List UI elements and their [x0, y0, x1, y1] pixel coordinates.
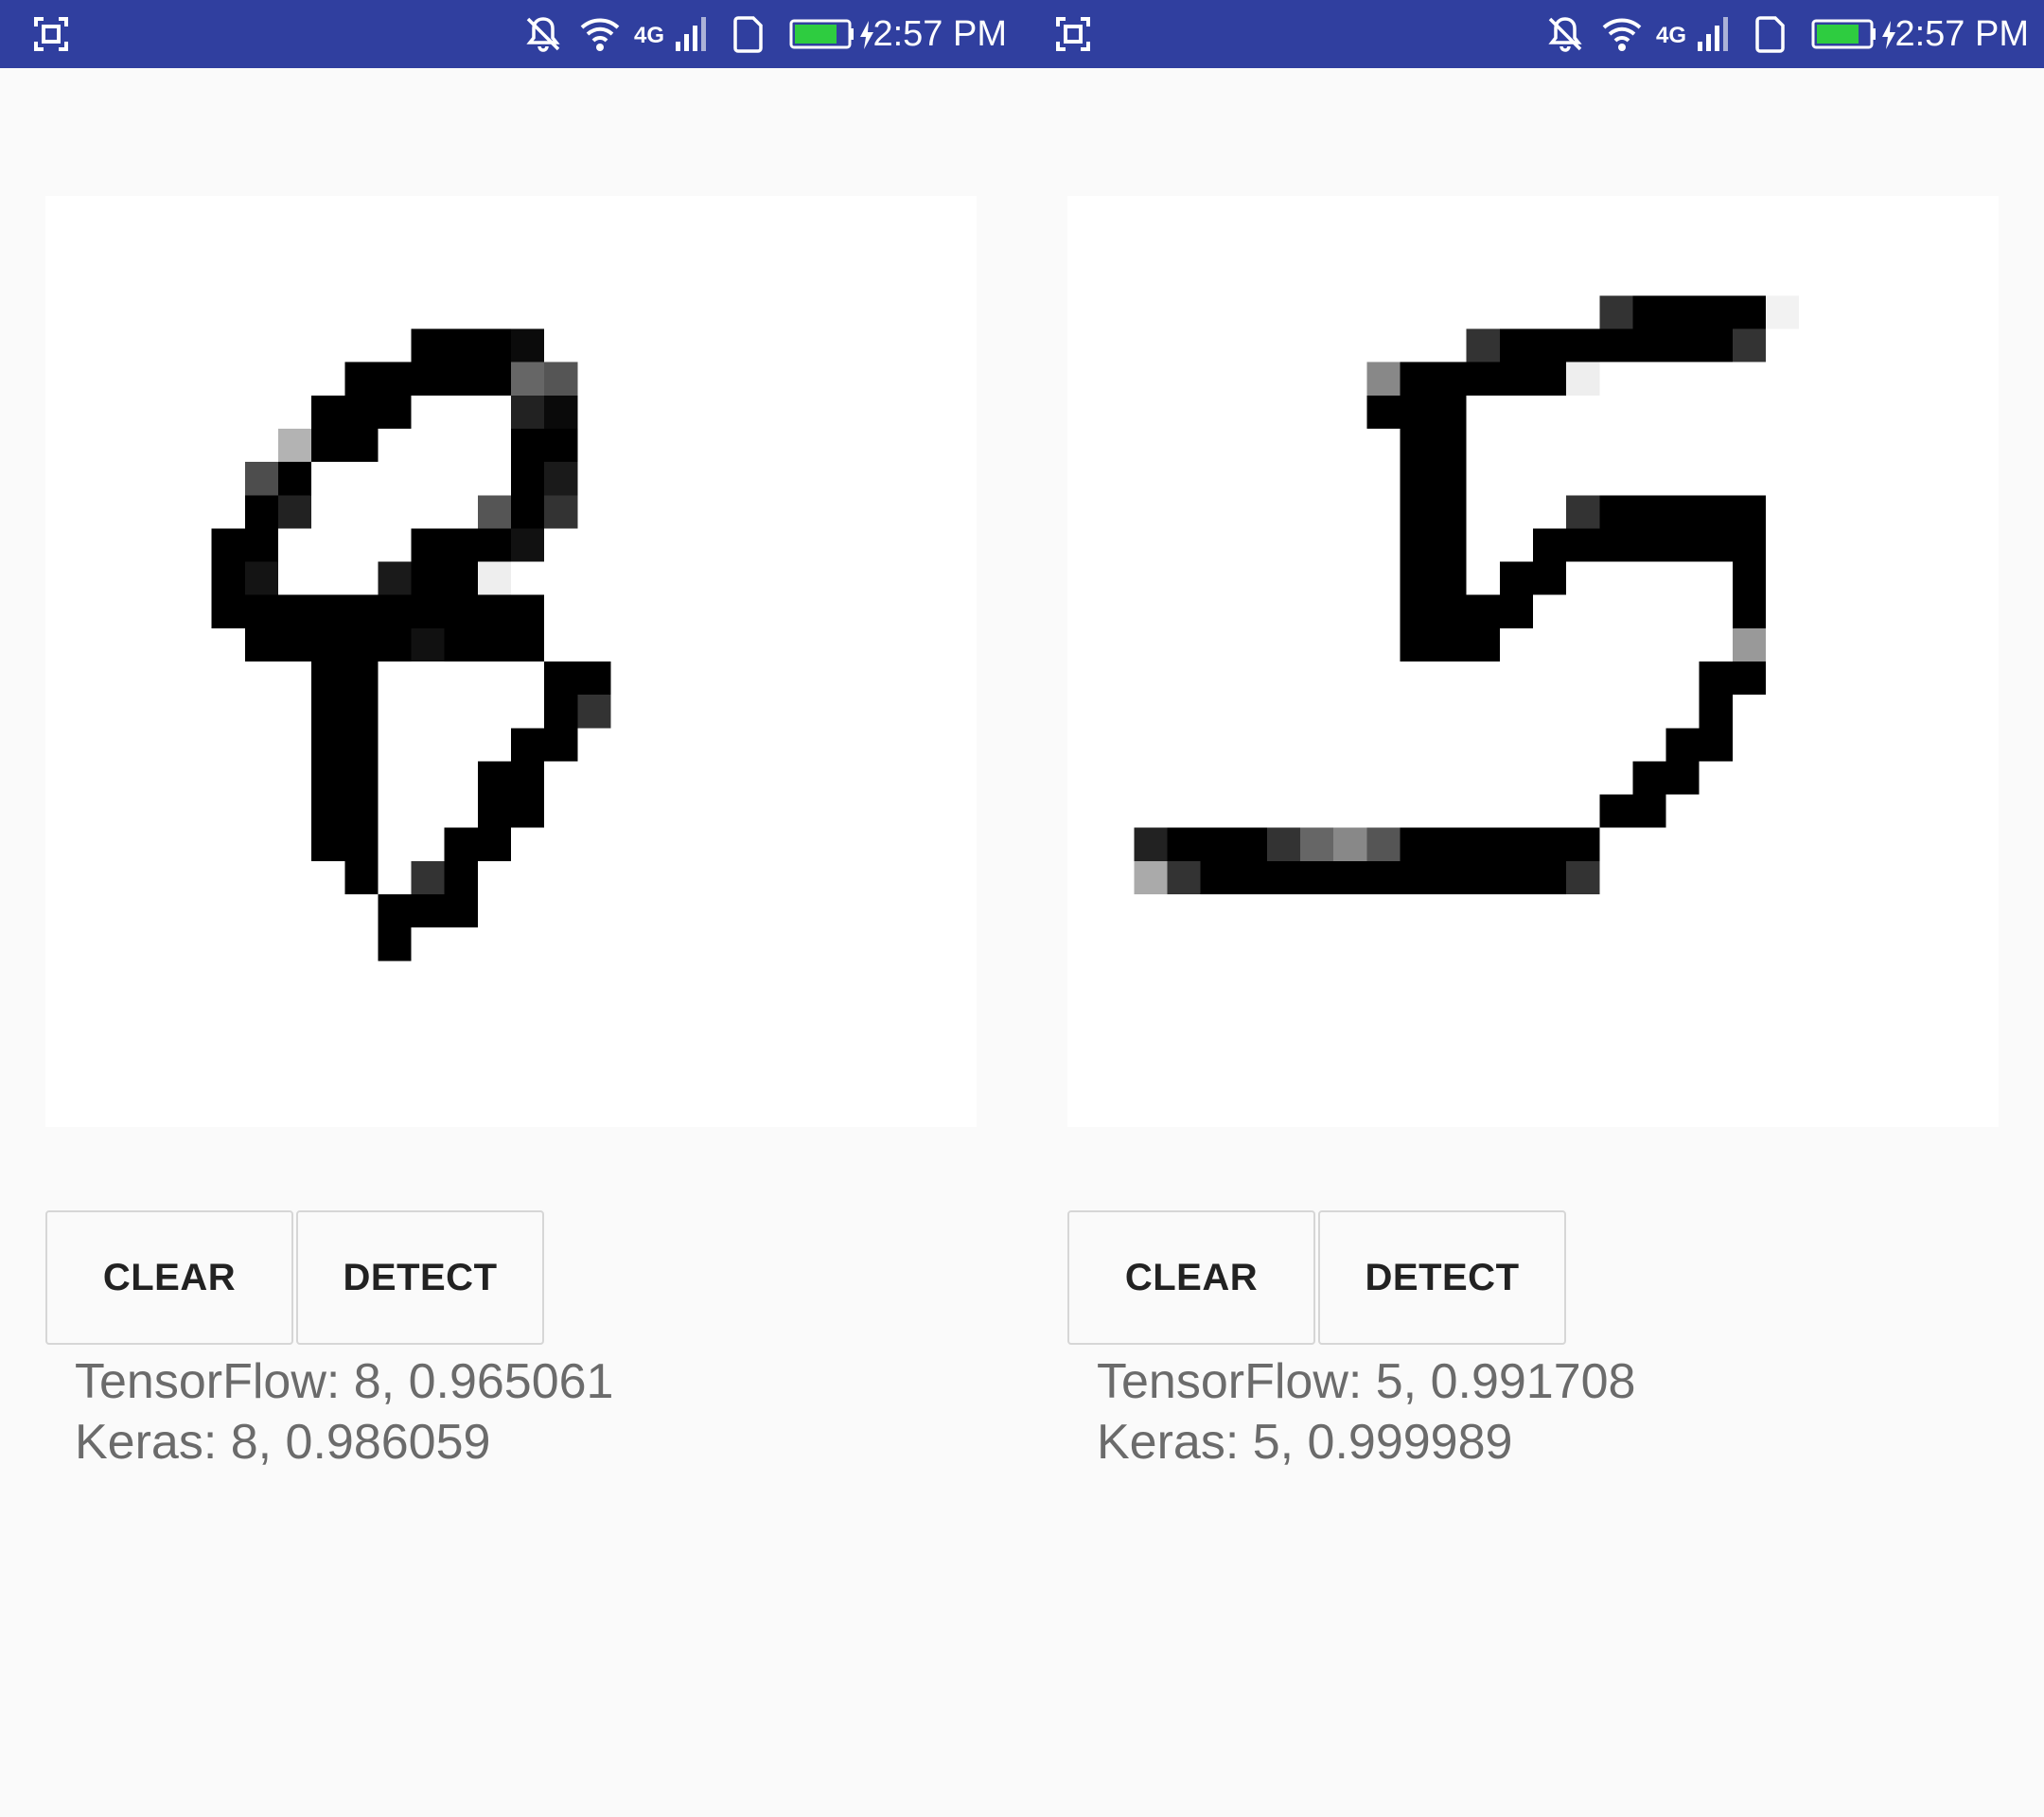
- drawing-canvas[interactable]: [1067, 196, 1999, 1127]
- digit-8-drawing: [211, 328, 611, 961]
- status-bar: 4G 2:57 PM: [1022, 0, 2044, 68]
- wifi-icon: [580, 18, 620, 51]
- digit-5-drawing: [1134, 295, 1800, 894]
- app-screens: 4G 2:57 PM CLEAR DETECT TensorFlow: 8, 0…: [0, 0, 2044, 1817]
- status-bar: 4G 2:57 PM: [0, 0, 1022, 68]
- network-4g-icon: 4G: [634, 23, 665, 48]
- wifi-icon: [1602, 18, 1642, 51]
- battery-charging-icon: [789, 19, 854, 49]
- keras-result: Keras: 8, 0.986059: [75, 1415, 491, 1470]
- screenshot-icon: [34, 17, 68, 51]
- detect-button[interactable]: DETECT: [296, 1210, 544, 1345]
- signal-icon: [676, 17, 706, 51]
- sim-icon: [1755, 16, 1785, 53]
- network-4g-icon: 4G: [1656, 23, 1687, 48]
- tensorflow-result: TensorFlow: 8, 0.965061: [75, 1354, 614, 1409]
- status-time: 2:57 PM: [1894, 14, 2029, 54]
- keras-result: Keras: 5, 0.999989: [1097, 1415, 1513, 1470]
- detect-button[interactable]: DETECT: [1318, 1210, 1566, 1345]
- screenshot-icon: [1056, 17, 1090, 51]
- screen-right: 4G 2:57 PM CLEAR DETECT TensorFlow: 5, 0…: [1022, 0, 2044, 1817]
- status-time: 2:57 PM: [872, 14, 1007, 54]
- tensorflow-result: TensorFlow: 5, 0.991708: [1097, 1354, 1636, 1409]
- screen-left: 4G 2:57 PM CLEAR DETECT TensorFlow: 8, 0…: [0, 0, 1022, 1817]
- clear-button[interactable]: CLEAR: [45, 1210, 293, 1345]
- battery-charging-icon: [1811, 19, 1876, 49]
- drawing-canvas[interactable]: [45, 196, 977, 1127]
- signal-icon: [1698, 17, 1728, 51]
- clear-button[interactable]: CLEAR: [1067, 1210, 1315, 1345]
- notifications-off-icon: [526, 17, 560, 52]
- notifications-off-icon: [1548, 17, 1582, 52]
- sim-icon: [733, 16, 763, 53]
